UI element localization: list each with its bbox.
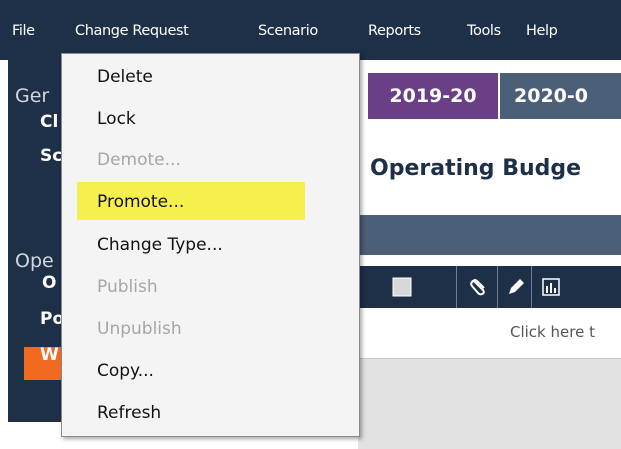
grid-toolbar <box>358 266 621 308</box>
attach-button[interactable] <box>456 266 497 308</box>
menu-item-delete[interactable]: Delete <box>97 66 153 88</box>
tab-year-2020[interactable]: 2020-0 <box>500 73 621 119</box>
menu-help[interactable]: Help <box>526 21 558 41</box>
menu-reports[interactable]: Reports <box>368 21 421 41</box>
chart-button[interactable] <box>531 266 572 308</box>
menu-tools[interactable]: Tools <box>467 21 501 41</box>
bar-chart-icon <box>542 278 560 296</box>
main-panel: 2019-20 2020-0 Operating Budge Click her… <box>358 60 621 449</box>
menu-item-change-type[interactable]: Change Type... <box>97 234 223 256</box>
pencil-icon <box>509 279 524 294</box>
select-all-button[interactable] <box>358 266 446 308</box>
menu-item-unpublish: Unpublish <box>97 319 182 339</box>
menu-scenario[interactable]: Scenario <box>258 21 318 41</box>
menu-item-promote[interactable]: Promote... <box>97 191 184 213</box>
checkbox-icon <box>392 277 412 297</box>
menu-change-request[interactable]: Change Request <box>75 21 189 41</box>
tab-year-2019-20[interactable]: 2019-20 <box>368 73 498 119</box>
grid-empty-area <box>358 359 621 449</box>
edit-button[interactable] <box>497 266 532 308</box>
menu-item-copy[interactable]: Copy... <box>97 360 154 382</box>
click-here-text: Click here t <box>510 323 595 341</box>
sidebar-section-operating: Ope <box>15 250 54 272</box>
menu-item-lock[interactable]: Lock <box>97 108 136 130</box>
change-request-menu: Delete Lock Demote... Promote... Change … <box>61 53 360 437</box>
page-title: Operating Budge <box>370 156 582 181</box>
paperclip-icon <box>470 279 485 296</box>
menu-item-publish: Publish <box>97 277 158 297</box>
add-row-bar[interactable]: Click here t <box>358 308 621 359</box>
menu-item-demote: Demote... <box>97 150 181 170</box>
menu-bar: File Change Request Scenario Reports Too… <box>0 0 621 60</box>
header-band <box>358 215 621 255</box>
sidebar-section-general: Ger <box>15 85 50 107</box>
menu-item-refresh[interactable]: Refresh <box>97 402 161 424</box>
menu-file[interactable]: File <box>12 21 35 41</box>
